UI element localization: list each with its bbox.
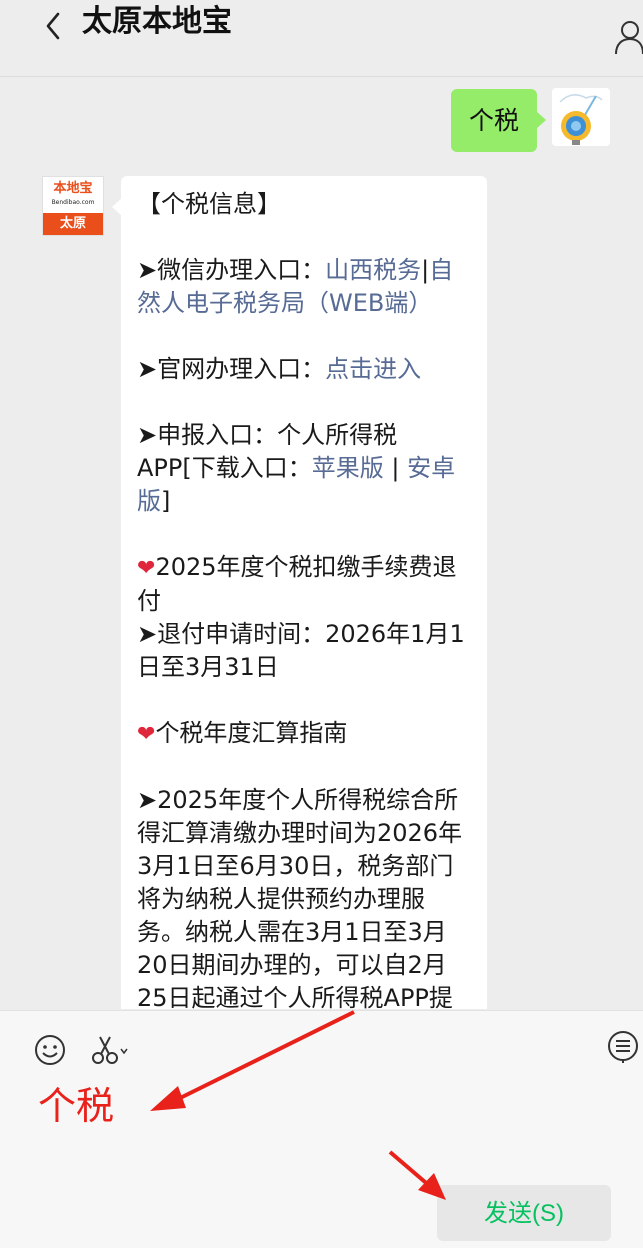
shanxi-tax-link[interactable]: 山西税务 [325, 256, 421, 284]
message-input[interactable]: 个税 [38, 1083, 114, 1129]
heart-icon: ❤ [137, 722, 156, 747]
ios-download-link[interactable]: 苹果版 [312, 454, 384, 482]
scissors-icon[interactable] [90, 1033, 130, 1067]
avatar-logo: 本地宝 Bendibao.com [43, 177, 103, 213]
user-message-bubble[interactable]: 个税 [451, 89, 547, 152]
chat-header: 太原本地宝 [0, 0, 643, 77]
message-list[interactable]: 个税 本地宝 Bendibao.com 太原 【个税信息】 ➤微信办理入口：山西… [0, 77, 643, 1009]
chat-title: 太原本地宝 [82, 4, 232, 39]
send-button[interactable]: 发送(S) [437, 1185, 611, 1241]
official-site-link[interactable]: 点击进入 [325, 355, 421, 383]
menu-icon[interactable] [606, 1029, 640, 1063]
section-heading: 【个税信息】 [137, 190, 281, 218]
profile-icon[interactable] [612, 8, 643, 54]
user-avatar[interactable] [552, 88, 610, 146]
input-area: 个税 发送(S) [0, 1010, 643, 1248]
bot-message-bubble[interactable]: 【个税信息】 ➤微信办理入口：山西税务|自然人电子税务局（WEB端） ➤官网办理… [112, 176, 487, 1009]
emoji-icon[interactable] [33, 1033, 67, 1067]
bot-avatar[interactable]: 本地宝 Bendibao.com 太原 [42, 176, 104, 236]
user-message-text: 个税 [469, 106, 520, 135]
bot-message-text: 【个税信息】 ➤微信办理入口：山西税务|自然人电子税务局（WEB端） ➤官网办理… [137, 188, 471, 1009]
heart-icon: ❤ [137, 556, 156, 581]
lightbulb-icon [559, 94, 603, 145]
back-arrow-icon[interactable] [38, 4, 72, 44]
